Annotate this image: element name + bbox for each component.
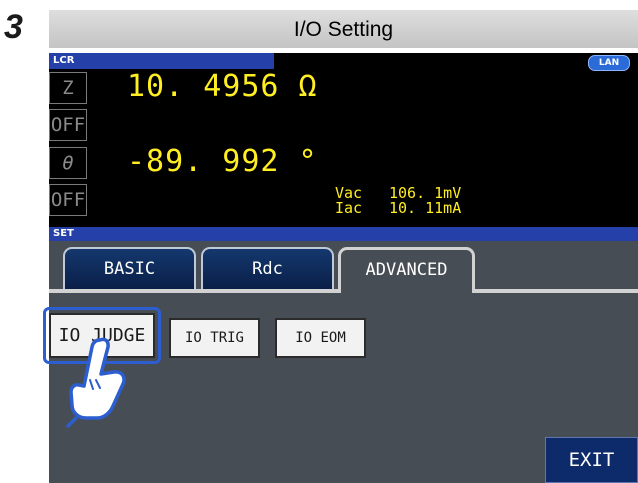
hand-pointer-icon: [66, 337, 126, 428]
mode-strip: LCR: [49, 53, 274, 69]
param-theta-value: -89. 992 °: [127, 144, 318, 179]
tab-advanced[interactable]: ADVANCED: [338, 247, 475, 293]
param-4-off-box: OFF: [49, 184, 87, 216]
lan-badge: LAN: [588, 55, 630, 71]
step-number: 3: [4, 8, 23, 46]
tab-basic[interactable]: BASIC: [63, 247, 196, 289]
tab-rdc[interactable]: Rdc: [201, 247, 334, 289]
param-theta-box: θ: [49, 147, 87, 179]
exit-button[interactable]: EXIT: [545, 437, 638, 483]
set-label: SET: [53, 228, 74, 239]
iac-value: 10. 11mA: [389, 199, 462, 217]
io-eom-button[interactable]: IO EOM: [275, 318, 366, 358]
instrument-screen: LCR LAN Z 10. 4956 Ω OFF θ -89. 992 ° OF…: [43, 53, 638, 483]
page-title: I/O Setting: [49, 10, 638, 48]
mode-label: LCR: [53, 55, 75, 66]
param-2-off-box: OFF: [49, 109, 87, 141]
iac-label: Iac: [335, 199, 363, 217]
param-z-value: 10. 4956 Ω: [127, 69, 318, 104]
io-trig-button[interactable]: IO TRIG: [169, 318, 260, 358]
param-z-box: Z: [49, 72, 87, 104]
set-strip: SET: [49, 227, 638, 241]
